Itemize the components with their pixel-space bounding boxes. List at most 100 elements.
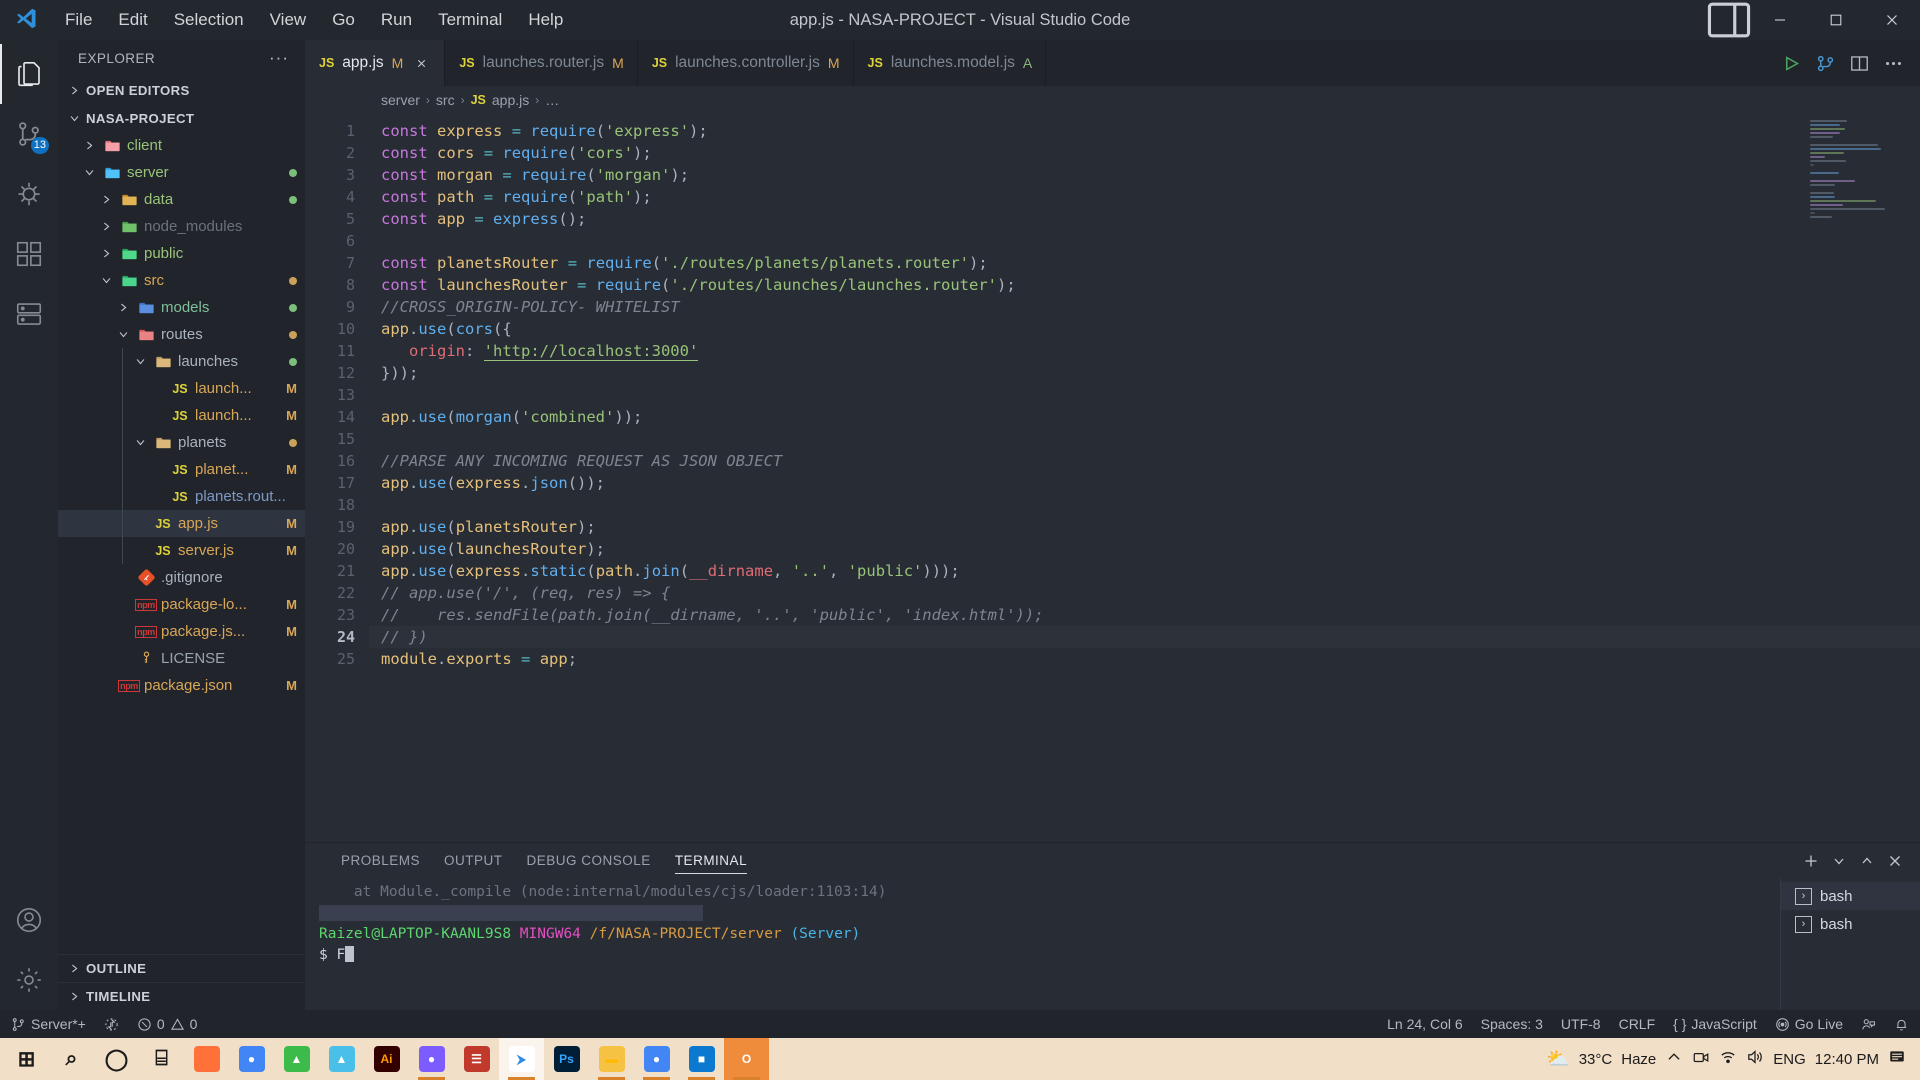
editor-tab-launches-controller-js[interactable]: JS launches.controller.js M: [637, 40, 854, 86]
split-editor-icon[interactable]: [1842, 40, 1876, 86]
tree-item-routes[interactable]: routes: [58, 321, 305, 348]
chevron-down-icon[interactable]: [81, 165, 97, 181]
menu-run[interactable]: Run: [368, 5, 425, 35]
status-encoding[interactable]: UTF-8: [1552, 1010, 1610, 1038]
tab-debug-console[interactable]: DEBUG CONSOLE: [515, 843, 663, 878]
terminal-instance-1[interactable]: › bash: [1781, 882, 1920, 910]
menu-selection[interactable]: Selection: [161, 5, 257, 35]
maximize-button[interactable]: [1808, 0, 1864, 40]
editor-tab-launches-router-js[interactable]: JS launches.router.js M: [445, 40, 638, 86]
tab-output[interactable]: OUTPUT: [432, 843, 515, 878]
status-go-live[interactable]: Go Live: [1766, 1010, 1852, 1038]
terminal-chevron-down-icon[interactable]: [1826, 846, 1852, 876]
store-app[interactable]: ■: [679, 1038, 724, 1080]
close-panel-icon[interactable]: [1882, 846, 1908, 876]
chevron-right-icon[interactable]: [115, 300, 131, 316]
status-eol[interactable]: CRLF: [1610, 1010, 1665, 1038]
chevron-right-icon[interactable]: [98, 219, 114, 235]
minimap[interactable]: [1810, 120, 1906, 218]
tab-terminal[interactable]: TERMINAL: [663, 843, 759, 878]
activitybar-explorer[interactable]: [0, 44, 58, 104]
menu-edit[interactable]: Edit: [105, 5, 160, 35]
cortana-button[interactable]: ◯: [94, 1038, 139, 1080]
chevron-right-icon[interactable]: [98, 192, 114, 208]
code-content[interactable]: const express = require('express'); const…: [369, 114, 1920, 842]
status-feedback-icon[interactable]: [1852, 1010, 1885, 1038]
editor-tab-launches-model-js[interactable]: JS launches.model.js A: [853, 40, 1047, 86]
status-language-mode[interactable]: { } JavaScript: [1664, 1010, 1766, 1038]
menu-help[interactable]: Help: [515, 5, 576, 35]
tree-item-public[interactable]: public: [58, 240, 305, 267]
tray-camera-icon[interactable]: [1692, 1048, 1710, 1070]
terminal-instance-2[interactable]: › bash: [1781, 910, 1920, 938]
section-timeline[interactable]: TIMELINE: [58, 982, 305, 1010]
breadcrumb-src[interactable]: src: [436, 92, 455, 108]
menu-file[interactable]: File: [52, 5, 105, 35]
editor-more-actions-icon[interactable]: [1876, 40, 1910, 86]
breadcrumb-server[interactable]: server: [381, 92, 420, 108]
tree-item-server-js[interactable]: JS server.js M: [58, 537, 305, 564]
tree-item-src[interactable]: src: [58, 267, 305, 294]
weather-sun-cloud-icon[interactable]: ⛅: [1546, 1047, 1570, 1071]
menu-view[interactable]: View: [257, 5, 320, 35]
tree-item-models[interactable]: models: [58, 294, 305, 321]
search-button[interactable]: ⌕: [49, 1038, 94, 1080]
code-editor[interactable]: 1 2 3 4 5 6 7 8 9 10 11 12 13 14 15 16 17 18 19 20 21 22 23 24 2…: [305, 114, 1920, 842]
maximize-panel-chevron-up-icon[interactable]: [1854, 846, 1880, 876]
tree-item-package-json[interactable]: npm package.json M: [58, 672, 305, 699]
chevron-down-icon[interactable]: [132, 354, 148, 370]
status-editor-position[interactable]: Ln 24, Col 6: [1378, 1010, 1472, 1038]
chevron-down-icon[interactable]: [98, 273, 114, 289]
new-terminal-plus-icon[interactable]: [1798, 846, 1824, 876]
phone-link-app[interactable]: ☰: [454, 1038, 499, 1080]
close-icon[interactable]: [411, 57, 431, 70]
run-and-debug-icon[interactable]: [1808, 40, 1842, 86]
tray-clock[interactable]: 12:40 PM: [1815, 1051, 1879, 1068]
start-button[interactable]: ⊞: [4, 1038, 49, 1080]
editor-vertical-scrollbar[interactable]: [1906, 114, 1920, 842]
menu-terminal[interactable]: Terminal: [425, 5, 515, 35]
section-nasa-project[interactable]: NASA-PROJECT: [58, 104, 305, 132]
tray-volume-icon[interactable]: [1746, 1048, 1764, 1070]
opera-app[interactable]: O: [724, 1038, 769, 1080]
chevron-down-icon[interactable]: [115, 327, 131, 343]
status-problems[interactable]: 0 0: [128, 1010, 207, 1038]
sidebar-more-actions-icon[interactable]: ···: [263, 48, 295, 68]
chevron-down-icon[interactable]: [132, 435, 148, 451]
tray-action-center-icon[interactable]: [1888, 1048, 1906, 1070]
chrome-window-app[interactable]: ●: [634, 1038, 679, 1080]
editor-tab-app-js[interactable]: JS app.js M: [305, 40, 446, 86]
tree-item-planets[interactable]: planets: [58, 429, 305, 456]
section-open-editors[interactable]: OPEN EDITORS: [58, 76, 305, 104]
activitybar-run-and-debug[interactable]: [0, 164, 58, 224]
tree-item-package-lo[interactable]: npm package-lo... M: [58, 591, 305, 618]
tree-item-license[interactable]: LICENSE: [58, 645, 305, 672]
menu-go[interactable]: Go: [319, 5, 368, 35]
drive-app[interactable]: ▲: [319, 1038, 364, 1080]
tree-item-gitignore[interactable]: .gitignore: [58, 564, 305, 591]
task-view-button[interactable]: ⌸: [139, 1038, 184, 1080]
status-notifications-bell-icon[interactable]: [1885, 1010, 1918, 1038]
tree-item-client[interactable]: client: [58, 132, 305, 159]
chevron-right-icon[interactable]: [81, 138, 97, 154]
tree-item-server[interactable]: server: [58, 159, 305, 186]
photoshop-app[interactable]: Ps: [544, 1038, 589, 1080]
minimize-button[interactable]: [1752, 0, 1808, 40]
status-indentation[interactable]: Spaces: 3: [1472, 1010, 1552, 1038]
chevron-right-icon[interactable]: [98, 246, 114, 262]
activitybar-extensions[interactable]: [0, 224, 58, 284]
vlc-app[interactable]: ▲: [274, 1038, 319, 1080]
run-code-icon[interactable]: [1774, 40, 1808, 86]
discord-app[interactable]: ●: [409, 1038, 454, 1080]
activitybar-accounts[interactable]: [0, 890, 58, 950]
tray-overflow-chevron-up-icon[interactable]: [1665, 1048, 1683, 1070]
section-outline[interactable]: OUTLINE: [58, 954, 305, 982]
status-sync-icon[interactable]: [95, 1010, 128, 1038]
tab-problems[interactable]: PROBLEMS: [329, 843, 432, 878]
illustrator-app[interactable]: Ai: [364, 1038, 409, 1080]
tree-item-app-js[interactable]: JS app.js M: [58, 510, 305, 537]
tray-language[interactable]: ENG: [1773, 1051, 1806, 1068]
tree-item-data[interactable]: data: [58, 186, 305, 213]
breadcrumb-file[interactable]: app.js: [492, 92, 529, 108]
tree-item-planet[interactable]: JS planet... M: [58, 456, 305, 483]
